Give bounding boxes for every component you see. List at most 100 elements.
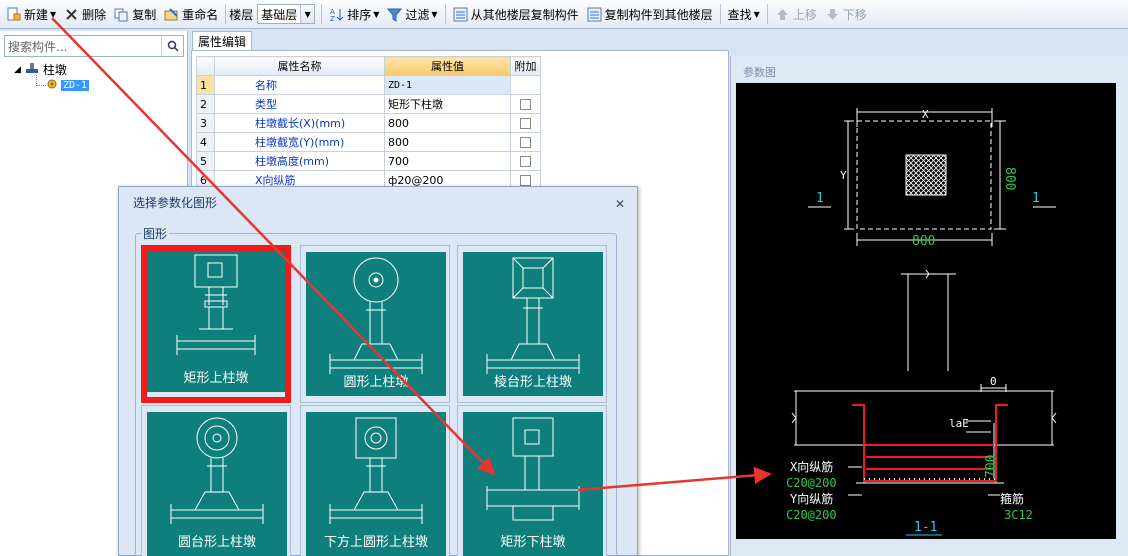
close-icon[interactable]: ✕	[613, 197, 627, 211]
sort-button[interactable]: AZ 排序 ▼	[325, 3, 383, 25]
section-view	[791, 269, 1057, 484]
search-input[interactable]: 搜索构件...	[4, 35, 184, 57]
dim-700-label: 700	[984, 455, 999, 478]
rename-button[interactable]: 重命名	[160, 3, 222, 25]
property-table: 属性名称 属性值 附加 1 名称 ZD-1 2 类型 矩形下柱墩 3 柱墩截长(…	[196, 56, 541, 190]
stirrup-label: 箍筋	[1000, 491, 1024, 506]
select-shape-dialog: 选择参数化图形 ✕ 图形 矩形上柱墩 圆形上柱墩 棱台形上柱墩 圆台形上柱墩 下…	[118, 186, 638, 556]
chevron-down-icon: ▼	[373, 9, 380, 19]
table-header-row: 属性名称 属性值 附加	[196, 56, 541, 76]
tile-label: 下方上圆形上柱墩	[323, 535, 428, 550]
new-icon	[6, 7, 21, 22]
tree-node-zd1[interactable]: ZD-1	[46, 78, 90, 93]
table-row[interactable]: 3 柱墩截长(X)(mm) 800	[196, 113, 541, 133]
new-button[interactable]: 新建 ▼	[2, 3, 60, 25]
search-icon[interactable]	[161, 36, 183, 56]
rename-icon	[164, 7, 179, 22]
tab-property-editor[interactable]: 属性编辑	[192, 31, 252, 51]
chevron-down-icon: ▼	[431, 9, 438, 19]
toolbar-separator	[321, 4, 323, 24]
corner-cell	[196, 56, 215, 76]
extra-checkbox[interactable]	[520, 175, 531, 186]
expand-triangle-icon[interactable]: ◢	[14, 65, 21, 75]
extra-checkbox[interactable]	[520, 118, 531, 129]
extra-checkbox[interactable]	[520, 137, 531, 148]
tile-face: 矩形下柱墩	[463, 412, 603, 556]
floor-label: 楼层	[229, 7, 254, 22]
stirrup-value: 3C12	[1004, 508, 1033, 522]
sort-az-icon: AZ	[329, 7, 344, 23]
copy-icon	[114, 7, 129, 22]
tile-face: 圆台形上柱墩	[147, 412, 287, 556]
dim-0-label: 0	[990, 375, 997, 388]
tile-face: 圆形上柱墩	[306, 252, 446, 396]
value-cell[interactable]: ZD-1	[384, 75, 511, 95]
copy-button[interactable]: 复制	[110, 3, 160, 25]
tile-face: 矩形上柱墩	[147, 251, 285, 392]
tile-label: 棱台形上柱墩	[493, 375, 572, 390]
filter-button[interactable]: 过滤 ▼	[383, 3, 441, 25]
shape-tile-square-round-upper[interactable]: 下方上圆形上柱墩	[300, 405, 450, 556]
param-panel-title: 参数图	[743, 66, 776, 79]
copy-to-floor-button[interactable]: 复制构件到其他楼层	[583, 3, 717, 25]
arrow-down-icon	[825, 7, 840, 22]
table-row[interactable]: 4 柱墩截宽(Y)(mm) 800	[196, 132, 541, 152]
parameter-drawing: X Y 800 800 1 1 0 laE 700 X向纵筋 C20@200 Y…	[736, 83, 1116, 539]
toolbar-separator	[766, 4, 768, 24]
group-label: 图形	[141, 225, 170, 242]
delete-icon	[64, 7, 79, 22]
parameter-figure-panel: 参数图 X Y 800 800 1 1 0 laE 700 X向纵筋 C20@2…	[730, 56, 1128, 556]
filter-icon	[387, 7, 403, 22]
tile-label: 矩形下柱墩	[500, 535, 566, 550]
section-title: 1-1	[914, 520, 937, 535]
copy-from-floor-button[interactable]: 从其他楼层复制构件	[449, 3, 583, 25]
table-row[interactable]: 5 柱墩高度(mm) 700	[196, 151, 541, 171]
tile-label: 圆形上柱墩	[343, 375, 409, 390]
copy-from-floor-icon	[453, 7, 468, 22]
shape-tile-rect-upper[interactable]: 矩形上柱墩	[141, 245, 291, 403]
x-rebar-label: X向纵筋	[790, 459, 833, 474]
x-dim-label: X	[922, 108, 929, 121]
tile-label: 圆台形上柱墩	[177, 535, 256, 550]
y-rebar-value: C20@200	[786, 508, 837, 522]
floor-select[interactable]: 基础层 ▼	[257, 4, 316, 24]
extra-checkbox[interactable]	[520, 156, 531, 167]
section-mark-right: 1	[1032, 191, 1040, 206]
dim-800-horizontal: 800	[912, 234, 935, 249]
value-cell[interactable]: 700	[384, 151, 511, 171]
tile-face: 下方上圆形上柱墩	[306, 412, 446, 556]
tile-face: 棱台形上柱墩	[463, 252, 603, 396]
extra-checkbox[interactable]	[520, 99, 531, 110]
section-mark-left: 1	[816, 191, 824, 206]
value-cell[interactable]: 矩形下柱墩	[384, 94, 511, 114]
value-cell[interactable]: 800	[384, 132, 511, 152]
y-rebar-label: Y向纵筋	[790, 491, 833, 506]
table-row[interactable]: 2 类型 矩形下柱墩	[196, 94, 541, 114]
shape-tile-rect-lower[interactable]: 矩形下柱墩	[457, 405, 607, 556]
move-down-button[interactable]: 下移	[821, 3, 871, 25]
lae-label: laE	[949, 417, 969, 430]
chevron-down-icon: ▼	[300, 5, 315, 23]
chevron-down-icon: ▼	[753, 9, 760, 19]
shape-tile-frustum-upper[interactable]: 棱台形上柱墩	[457, 245, 607, 403]
dim-800-vertical: 800	[1002, 167, 1017, 190]
find-button[interactable]: 查找 ▼	[724, 3, 764, 25]
header-name: 属性名称	[214, 56, 385, 76]
tile-label: 矩形上柱墩	[183, 371, 249, 386]
shape-tile-circle-upper[interactable]: 圆形上柱墩	[300, 245, 450, 403]
header-extra: 附加	[510, 56, 541, 76]
delete-button[interactable]: 删除	[60, 3, 110, 25]
copy-to-floor-icon	[587, 7, 602, 22]
dialog-title: 选择参数化图形	[133, 195, 218, 210]
move-up-button[interactable]: 上移	[771, 3, 821, 25]
toolbar: 新建 ▼ 删除 复制 重命名 楼层 基础层 ▼ AZ 排序 ▼ 过滤 ▼ 从其他…	[0, 0, 1128, 29]
tree-connector	[36, 75, 46, 86]
chevron-down-icon: ▼	[50, 9, 57, 19]
value-cell[interactable]: 800	[384, 113, 511, 133]
toolbar-separator	[444, 4, 446, 24]
table-row[interactable]: 1 名称 ZD-1	[196, 75, 541, 95]
toolbar-separator	[719, 4, 721, 24]
toolbar-separator	[225, 4, 227, 24]
arrow-up-icon	[775, 7, 790, 22]
shape-tile-round-frustum-upper[interactable]: 圆台形上柱墩	[141, 405, 291, 556]
